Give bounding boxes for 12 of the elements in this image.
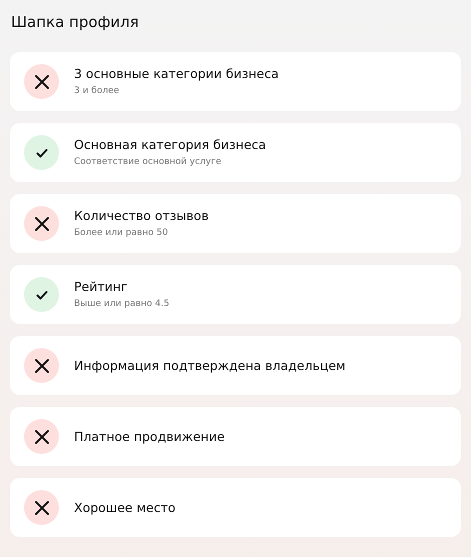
criterion-title: Хорошее место bbox=[74, 500, 176, 516]
criterion-subtitle: Соответствие основной услуге bbox=[74, 156, 222, 168]
criterion-subtitle: Более или равно 50 bbox=[74, 227, 169, 239]
criterion-title: Платное продвижение bbox=[74, 428, 225, 444]
section-title: Шапка профиля bbox=[11, 12, 140, 32]
criterion-subtitle: Выше или равно 4.5 bbox=[74, 298, 170, 310]
criterion-title: Количество отзывов bbox=[74, 208, 209, 224]
criterion-title: Основная категория бизнеса bbox=[74, 137, 266, 153]
criterion-title: Информация подтверждена владельцем bbox=[74, 358, 346, 374]
criterion-subtitle: 3 и более bbox=[74, 85, 120, 97]
criterion-title: 3 основные категории бизнеса bbox=[74, 66, 279, 82]
criterion-title: Рейтинг bbox=[74, 279, 128, 295]
